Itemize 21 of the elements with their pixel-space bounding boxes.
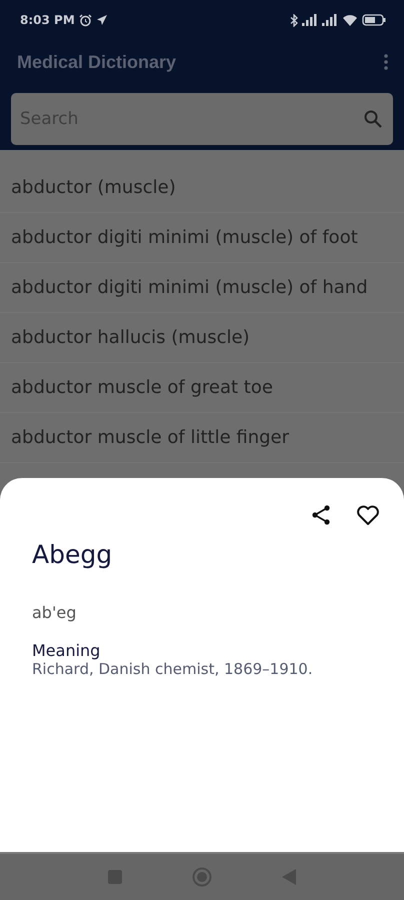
meaning-label: Meaning	[32, 642, 102, 660]
signal-icon	[302, 14, 318, 26]
meaning-text: Richard, Danish chemist, 1869–1910.	[32, 660, 314, 678]
search-icon[interactable]	[363, 109, 383, 129]
bluetooth-icon	[290, 14, 298, 26]
signal-icon	[322, 14, 338, 26]
menu-icon[interactable]	[382, 52, 390, 72]
term-list-item[interactable]: abductor digiti minimi (muscle) of foot	[0, 213, 404, 263]
app-title: Medical Dictionary	[17, 52, 178, 72]
alarm-icon	[78, 14, 92, 26]
status-time: 8:03 PM	[20, 13, 75, 27]
term-list-item[interactable]: abductor digiti minimi (muscle) of hand	[0, 263, 404, 313]
pronunciation: ab'eg	[32, 603, 78, 622]
send-icon	[96, 14, 108, 26]
term-list-item[interactable]: abductor muscle of little finger	[0, 413, 404, 463]
term-list-item[interactable]: abductor muscle of great toe	[0, 363, 404, 413]
wifi-icon	[342, 14, 358, 26]
term-list-item[interactable]: abductor (muscle)	[0, 163, 404, 213]
term-list-item[interactable]: abductor hallucis (muscle)	[0, 313, 404, 363]
term-title: Abegg	[32, 540, 114, 569]
battery-icon	[362, 14, 386, 26]
